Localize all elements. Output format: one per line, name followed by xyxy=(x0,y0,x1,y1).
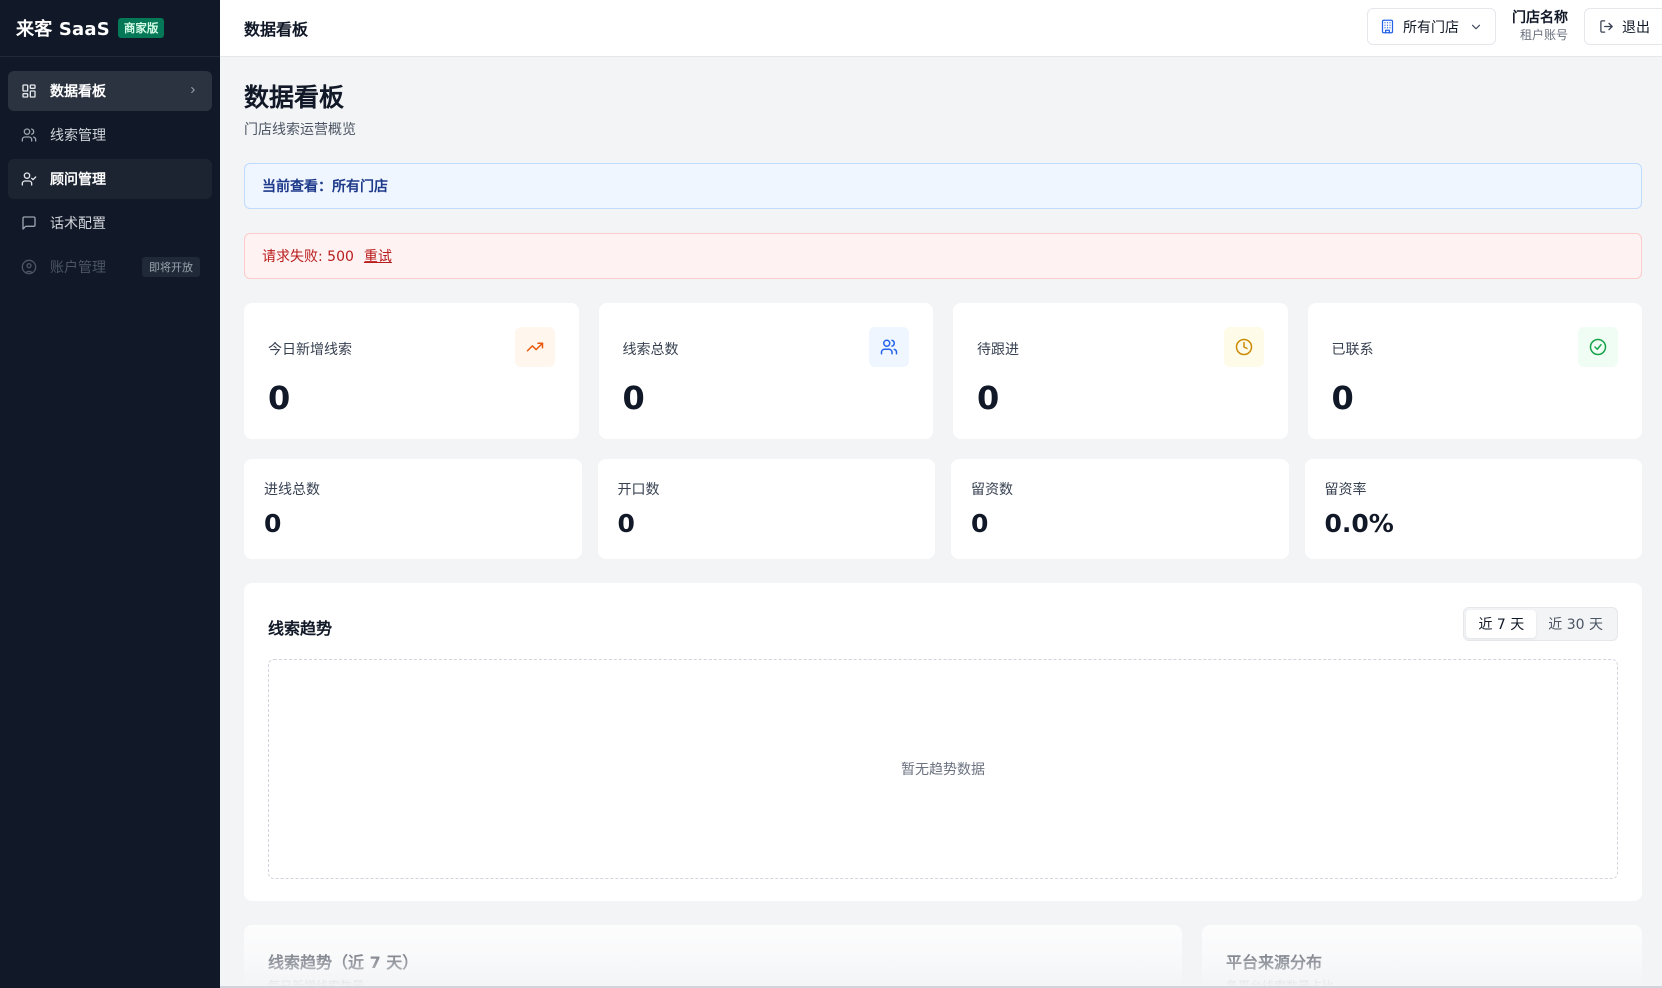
logout-icon xyxy=(1599,19,1614,34)
sidebar-item-advisors[interactable]: 顾问管理 xyxy=(8,159,212,199)
main-area: 数据看板 所有门店 门店名称 租户账号 退出 数据看板 门店线索运营概览 当前查… xyxy=(220,0,1662,988)
metric-value: 0 xyxy=(617,509,635,538)
message-square-icon xyxy=(20,214,38,232)
retry-link[interactable]: 重试 xyxy=(364,246,392,266)
platform-source-card: 平台来源分布 各平台线索数量占比 xyxy=(1201,925,1642,988)
stat-card-new-leads: 今日新增线索 0 xyxy=(244,303,579,439)
stat-label: 已联系 xyxy=(1331,342,1374,358)
building-icon xyxy=(1380,19,1395,34)
store-select-value: 所有门店 xyxy=(1403,19,1459,36)
range-30-days-button[interactable]: 近 30 天 xyxy=(1536,610,1615,638)
current-view-store: 所有门店 xyxy=(332,179,388,195)
topbar: 数据看板 所有门店 门店名称 租户账号 退出 xyxy=(220,0,1662,57)
app-root: 来客 SaaS 商家版 数据看板 线索管理 顾问管理 话术配置 账户管理 即将开… xyxy=(0,0,1662,988)
metric-value: 0 xyxy=(971,509,989,538)
stat-card-contacted: 已联系 0 xyxy=(1307,303,1642,439)
trend-empty-text: 暂无趋势数据 xyxy=(901,762,985,778)
range-toggle: 近 7 天 近 30 天 xyxy=(1463,607,1618,641)
logout-button[interactable]: 退出 xyxy=(1584,8,1662,45)
sidebar-item-label: 话术配置 xyxy=(50,216,106,232)
metric-label: 留资数 xyxy=(971,482,1013,498)
metric-label: 留资率 xyxy=(1324,482,1367,498)
metric-label: 进线总数 xyxy=(264,482,320,498)
trend-title: 线索趋势 xyxy=(268,619,333,638)
user-check-icon xyxy=(20,170,38,188)
bottom-row: 线索趋势（近 7 天） 每日新增线索数量 平台来源分布 各平台线索数量占比 xyxy=(244,925,1642,988)
stat-label: 待跟进 xyxy=(977,342,1019,358)
metric-label: 开口数 xyxy=(617,482,660,498)
stat-label: 今日新增线索 xyxy=(268,342,352,358)
sidebar-item-scripts[interactable]: 话术配置 xyxy=(8,203,212,243)
page-title: 数据看板 xyxy=(244,83,345,112)
stat-card-pending: 待跟进 0 xyxy=(953,303,1288,439)
stat-value: 0 xyxy=(622,379,645,417)
sidebar: 来客 SaaS 商家版 数据看板 线索管理 顾问管理 话术配置 账户管理 即将开… xyxy=(0,0,220,988)
trend-empty-state: 暂无趋势数据 xyxy=(268,659,1618,879)
metric-card-retention-rate: 留资率 0.0% xyxy=(1304,459,1642,559)
chevron-down-icon xyxy=(1469,20,1483,34)
chevron-right-icon xyxy=(188,84,198,98)
trending-up-icon xyxy=(514,327,555,367)
error-message: 请求失败: 500 xyxy=(262,249,354,265)
stat-label: 线索总数 xyxy=(622,342,679,358)
trend-7-day-title: 线索趋势（近 7 天） xyxy=(268,953,419,972)
sidebar-item-label: 顾问管理 xyxy=(50,172,106,188)
sidebar-item-label: 数据看板 xyxy=(50,84,106,100)
sidebar-item-label: 账户管理 xyxy=(50,260,106,276)
store-select[interactable]: 所有门店 xyxy=(1367,8,1496,45)
stats-row: 今日新增线索 0 线索总数 0 待跟进 0 已联系 0 xyxy=(244,303,1642,439)
user-info: 门店名称 租户账号 xyxy=(1512,10,1568,42)
sidebar-item-account: 账户管理 即将开放 xyxy=(8,247,212,287)
page-subtitle: 门店线索运营概览 xyxy=(244,122,356,138)
current-view-prefix: 当前查看： xyxy=(262,179,332,195)
metric-value: 0 xyxy=(264,509,282,538)
metrics-row: 进线总数 0 开口数 0 留资数 0 留资率 0.0% xyxy=(244,459,1642,559)
sidebar-item-leads[interactable]: 线索管理 xyxy=(8,115,212,155)
metric-value: 0.0% xyxy=(1324,509,1394,538)
metric-card-retained: 留资数 0 xyxy=(951,459,1289,559)
logout-label: 退出 xyxy=(1622,19,1650,36)
users-icon xyxy=(869,327,909,367)
clock-icon xyxy=(1223,327,1264,367)
users-icon xyxy=(20,126,38,144)
brand: 来客 SaaS 商家版 xyxy=(0,0,220,57)
stat-value: 0 xyxy=(977,379,1000,417)
page-content: 数据看板 门店线索运营概览 当前查看： 所有门店 请求失败: 500 重试 今日… xyxy=(220,57,1662,988)
brand-name: 来客 SaaS xyxy=(16,19,110,40)
topbar-title: 数据看板 xyxy=(244,20,309,39)
trend-7-day-card: 线索趋势（近 7 天） 每日新增线索数量 xyxy=(244,925,1182,988)
coming-soon-badge: 即将开放 xyxy=(142,257,200,277)
current-view-banner: 当前查看： 所有门店 xyxy=(244,163,1642,209)
error-banner: 请求失败: 500 重试 xyxy=(244,233,1642,279)
stat-value: 0 xyxy=(268,379,291,417)
metric-card-opened: 开口数 0 xyxy=(597,459,935,559)
check-circle-icon xyxy=(1578,327,1618,367)
sidebar-nav: 数据看板 线索管理 顾问管理 话术配置 账户管理 即将开放 xyxy=(0,57,220,287)
user-account: 租户账号 xyxy=(1519,27,1568,42)
user-name: 门店名称 xyxy=(1512,10,1568,27)
sidebar-item-label: 线索管理 xyxy=(50,128,106,144)
stat-value: 0 xyxy=(1331,379,1354,417)
platform-source-title: 平台来源分布 xyxy=(1225,953,1322,972)
metric-card-inbound: 进线总数 0 xyxy=(244,459,582,559)
grid-icon xyxy=(20,82,38,100)
brand-badge: 商家版 xyxy=(117,18,165,38)
user-circle-icon xyxy=(20,258,38,276)
range-7-days-button[interactable]: 近 7 天 xyxy=(1466,610,1537,638)
topbar-actions: 所有门店 门店名称 租户账号 退出 xyxy=(1367,8,1662,45)
lead-trend-card: 线索趋势 近 7 天 近 30 天 暂无趋势数据 xyxy=(244,583,1642,901)
sidebar-item-dashboard[interactable]: 数据看板 xyxy=(8,71,212,111)
stat-card-total-leads: 线索总数 0 xyxy=(598,303,933,439)
